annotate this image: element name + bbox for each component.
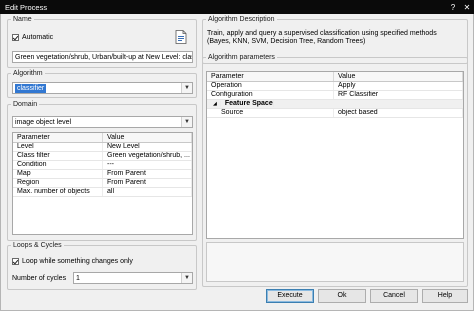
domain-select-value: image object level xyxy=(15,119,72,126)
edit-document-icon[interactable] xyxy=(175,30,187,44)
params-table-header: Parameter Value xyxy=(207,72,463,82)
chevron-down-icon[interactable]: ▼ xyxy=(181,273,192,283)
collapse-arrow-icon[interactable]: ◢ xyxy=(209,101,221,107)
domain-param-name: Level xyxy=(13,143,103,151)
domain-group-legend: Domain xyxy=(13,101,38,108)
algorithm-parameters-legend: Algorithm parameters xyxy=(208,54,275,61)
domain-table-header: Parameter Value xyxy=(13,133,192,143)
algorithm-select[interactable]: classifier ▼ xyxy=(12,82,193,94)
domain-select[interactable]: image object level ▼ xyxy=(12,116,193,128)
cycles-select-value: 1 xyxy=(76,275,80,282)
domain-param-value[interactable]: --- xyxy=(103,161,192,169)
category-label: Feature Space xyxy=(220,100,274,107)
loops-group-legend: Loops & Cycles xyxy=(13,242,62,249)
domain-param-value[interactable]: From Parent xyxy=(103,179,192,187)
domain-param-name: Max. number of objects xyxy=(13,188,103,196)
window-title: Edit Process xyxy=(5,2,48,12)
table-row[interactable]: Map From Parent xyxy=(13,170,192,179)
algorithm-select-value: classifier xyxy=(15,84,47,93)
params-column-parameter: Parameter xyxy=(207,72,334,81)
algorithm-parameters-table: Parameter Value Operation Apply Configur… xyxy=(206,71,464,239)
table-row[interactable]: Region From Parent xyxy=(13,179,192,188)
domain-param-name: Region xyxy=(13,179,103,187)
domain-param-name: Class filter xyxy=(13,152,103,160)
automatic-checkbox[interactable]: Automatic xyxy=(12,34,53,41)
loop-checkbox-box[interactable] xyxy=(12,258,19,265)
table-row[interactable]: Condition --- xyxy=(13,161,192,170)
category-cell: ◢ Feature Space xyxy=(207,100,463,108)
domain-param-value[interactable]: New Level xyxy=(103,143,192,151)
table-row[interactable]: Class filter Green vegetation/shrub, ... xyxy=(13,152,192,161)
params-column-value: Value xyxy=(334,72,463,81)
param-name: Operation xyxy=(207,82,334,90)
category-row[interactable]: ◢ Feature Space xyxy=(207,100,463,109)
loop-checkbox-label: Loop while something changes only xyxy=(22,258,133,265)
param-value[interactable]: Apply xyxy=(334,82,463,90)
chevron-down-icon[interactable]: ▼ xyxy=(181,117,192,127)
process-name-field[interactable]: Green vegetation/shrub, Urban/built-up a… xyxy=(12,51,193,63)
algorithm-description-legend: Algorithm Description xyxy=(208,16,275,23)
algorithm-description-text: Train, apply and query a supervised clas… xyxy=(207,30,437,45)
table-row[interactable]: Operation Apply xyxy=(207,82,463,91)
table-row[interactable]: Configuration RF Classifier xyxy=(207,91,463,100)
help-button[interactable]: Help xyxy=(422,289,468,303)
domain-param-value[interactable]: all xyxy=(103,188,192,196)
domain-column-value: Value xyxy=(103,133,192,142)
table-row[interactable]: Source object based xyxy=(207,109,463,118)
param-name: Source xyxy=(207,109,334,117)
ok-button[interactable]: Ok xyxy=(318,289,366,303)
execute-button[interactable]: Execute xyxy=(266,289,314,303)
domain-param-name: Map xyxy=(13,170,103,178)
algorithm-group-legend: Algorithm xyxy=(13,70,43,77)
parameter-description-pane xyxy=(206,242,464,282)
loop-checkbox[interactable]: Loop while something changes only xyxy=(12,258,133,265)
chevron-down-icon[interactable]: ▼ xyxy=(181,83,192,93)
domain-parameter-table: Parameter Value Level New Level Class fi… xyxy=(12,132,193,235)
name-group-legend: Name xyxy=(13,16,32,23)
param-value[interactable]: RF Classifier xyxy=(334,91,463,99)
param-value[interactable]: object based xyxy=(334,109,463,117)
domain-column-parameter: Parameter xyxy=(13,133,103,142)
automatic-checkbox-label: Automatic xyxy=(22,34,54,41)
window-titlebar: Edit Process ? ✕ xyxy=(0,0,474,14)
domain-param-value[interactable]: Green vegetation/shrub, ... xyxy=(103,152,192,160)
cycles-select[interactable]: 1 ▼ xyxy=(73,272,193,284)
domain-param-value[interactable]: From Parent xyxy=(103,170,192,178)
cancel-button[interactable]: Cancel xyxy=(370,289,418,303)
param-name: Configuration xyxy=(207,91,334,99)
table-row[interactable]: Level New Level xyxy=(13,143,192,152)
dialog-body: Name Automatic Green vegetation/shrub, U… xyxy=(0,14,474,311)
cycles-label: Number of cycles xyxy=(12,275,67,282)
domain-param-name: Condition xyxy=(13,161,103,169)
automatic-checkbox-box[interactable] xyxy=(12,34,19,41)
help-icon[interactable]: ? xyxy=(446,3,460,12)
table-row[interactable]: Max. number of objects all xyxy=(13,188,192,197)
close-icon[interactable]: ✕ xyxy=(460,3,474,12)
